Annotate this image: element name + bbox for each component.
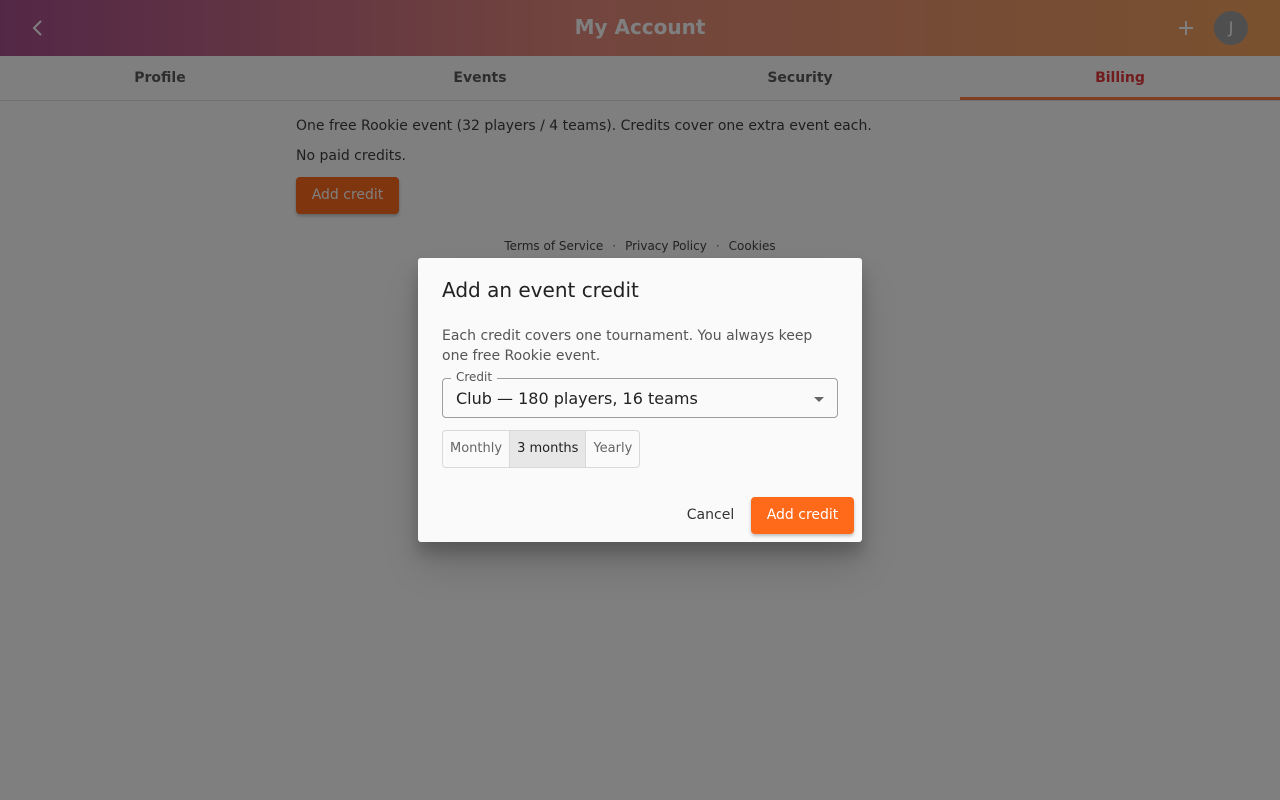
period-yearly[interactable]: Yearly bbox=[585, 431, 639, 467]
caret-down-icon bbox=[814, 397, 824, 402]
period-3-months[interactable]: 3 months bbox=[509, 431, 586, 467]
add-credit-dialog: Add an event credit Each credit covers o… bbox=[418, 258, 862, 542]
credit-select[interactable]: Credit Club — 180 players, 16 teams bbox=[442, 370, 838, 418]
credit-select-label: Credit bbox=[451, 370, 498, 384]
period-monthly[interactable]: Monthly bbox=[443, 431, 509, 467]
dialog-description: Each credit covers one tournament. You a… bbox=[442, 328, 813, 364]
billing-period-toggle: Monthly 3 months Yearly bbox=[442, 430, 641, 468]
cancel-button[interactable]: Cancel bbox=[680, 498, 741, 532]
dialog-title: Add an event credit bbox=[442, 278, 639, 302]
credit-select-value: Club — 180 players, 16 teams bbox=[456, 389, 698, 408]
confirm-add-credit-button[interactable]: Add credit bbox=[751, 497, 854, 534]
